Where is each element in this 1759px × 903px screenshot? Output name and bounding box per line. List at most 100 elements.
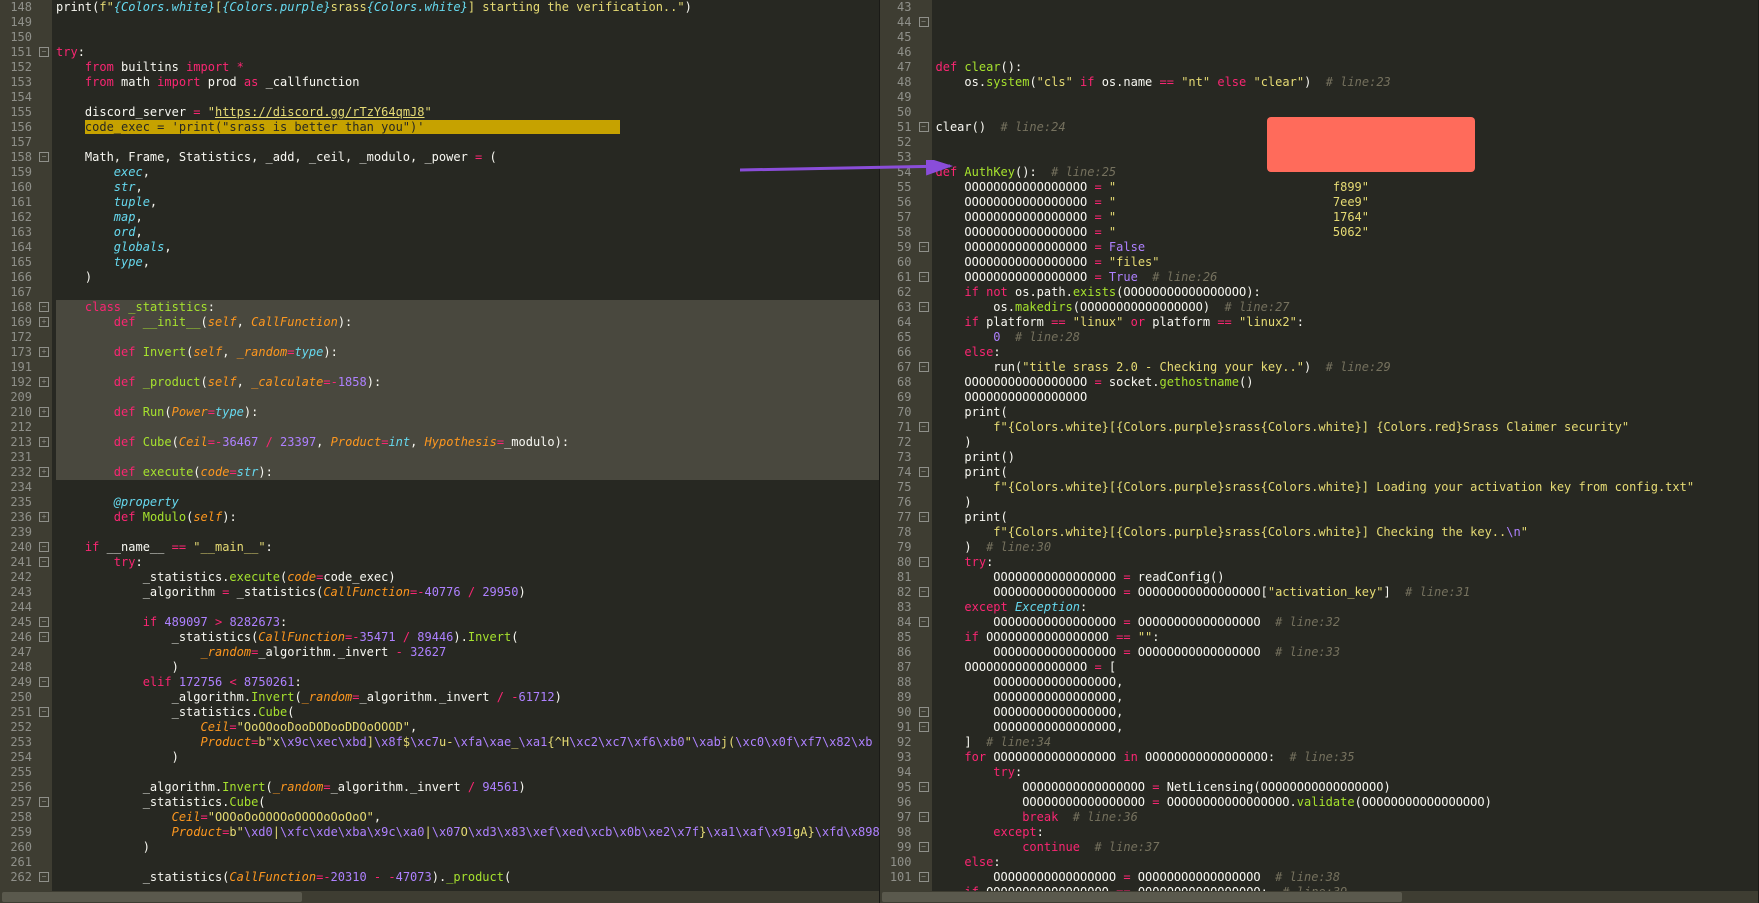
code-line[interactable] — [56, 15, 879, 30]
code-line[interactable]: type, — [56, 255, 879, 270]
code-line[interactable]: _statistics(CallFunction=-20310 - -47073… — [56, 870, 879, 885]
fold-collapse-icon[interactable]: − — [919, 842, 929, 852]
code-line[interactable]: def Run(Power=type): — [56, 405, 879, 420]
fold-expand-icon[interactable]: + — [39, 407, 49, 417]
fold-collapse-icon[interactable]: − — [39, 677, 49, 687]
code-line[interactable]: _statistics.Cube( — [56, 705, 879, 720]
fold-expand-icon[interactable]: + — [39, 317, 49, 327]
code-line[interactable]: if __name__ == "__main__": — [56, 540, 879, 555]
code-line[interactable]: OOOOOOOOOOOOOOOOO, — [936, 705, 1759, 720]
code-line[interactable]: Ceil="OOOoOoOOOOoOOOOoOoOoO", — [56, 810, 879, 825]
code-line[interactable]: OOOOOOOOOOOOOOOOO, — [936, 720, 1759, 735]
fold-collapse-icon[interactable]: − — [39, 797, 49, 807]
code-line[interactable]: if OOOOOOOOOOOOOOOOO == "": — [936, 630, 1759, 645]
fold-collapse-icon[interactable]: − — [919, 812, 929, 822]
code-line[interactable]: class _statistics: — [56, 300, 879, 315]
fold-collapse-icon[interactable]: − — [39, 872, 49, 882]
fold-expand-icon[interactable]: + — [39, 347, 49, 357]
fold-collapse-icon[interactable]: − — [39, 542, 49, 552]
right-code-pane[interactable]: 4344454647484950515253545556575859606162… — [880, 0, 1759, 903]
scrollbar-thumb[interactable] — [2, 892, 302, 902]
code-line[interactable]: Math, Frame, Statistics, _add, _ceil, _m… — [56, 150, 879, 165]
code-line[interactable]: OOOOOOOOOOOOOOOOO = " 7ee9" — [936, 195, 1759, 210]
code-line[interactable]: else: — [936, 345, 1759, 360]
code-line[interactable]: tuple, — [56, 195, 879, 210]
code-line[interactable]: if not os.path.exists(OOOOOOOOOOOOOOOOO)… — [936, 285, 1759, 300]
code-line[interactable]: f"{Colors.white}[{Colors.purple}srass{Co… — [936, 420, 1759, 435]
code-line[interactable]: ord, — [56, 225, 879, 240]
code-line[interactable]: OOOOOOOOOOOOOOOOO = "files" — [936, 255, 1759, 270]
code-line[interactable] — [56, 480, 879, 495]
code-line[interactable]: OOOOOOOOOOOOOOOOO = OOOOOOOOOOOOOOOOO["a… — [936, 585, 1759, 600]
code-line[interactable]: print( — [936, 465, 1759, 480]
code-line[interactable]: def Cube(Ceil=-36467 / 23397, Product=in… — [56, 435, 879, 450]
code-line[interactable]: OOOOOOOOOOOOOOOOO = readConfig() — [936, 570, 1759, 585]
code-line[interactable]: f"{Colors.white}[{Colors.purple}srass{Co… — [936, 480, 1759, 495]
fold-collapse-icon[interactable]: − — [39, 302, 49, 312]
code-line[interactable]: Product=b"x\x9c\xec\xbd]\x8f$\xc7u-\xfa\… — [56, 735, 879, 750]
code-line[interactable]: _statistics.execute(code=code_exec) — [56, 570, 879, 585]
code-line[interactable]: ) — [56, 660, 879, 675]
scrollbar-thumb[interactable] — [882, 892, 1402, 902]
fold-expand-icon[interactable]: + — [39, 437, 49, 447]
code-line[interactable]: ] # line:34 — [936, 735, 1759, 750]
right-horizontal-scrollbar[interactable] — [880, 891, 1759, 903]
code-line[interactable] — [56, 420, 879, 435]
left-horizontal-scrollbar[interactable] — [0, 891, 879, 903]
fold-collapse-icon[interactable]: − — [919, 587, 929, 597]
code-line[interactable]: ) — [56, 840, 879, 855]
code-line[interactable]: def _product(self, _calculate=-1858): — [56, 375, 879, 390]
code-line[interactable] — [56, 765, 879, 780]
code-line[interactable]: Product=b"\xd0|\xfc\xde\xba\x9c\xa0|\x07… — [56, 825, 879, 840]
code-line[interactable]: os.system("cls" if os.name == "nt" else … — [936, 75, 1759, 90]
code-line[interactable] — [936, 90, 1759, 105]
left-code-pane[interactable]: 1481491501511521531541551561571581591601… — [0, 0, 880, 903]
fold-collapse-icon[interactable]: − — [919, 17, 929, 27]
left-code-area[interactable]: print(f"{Colors.white}[{Colors.purple}sr… — [52, 0, 879, 903]
code-line[interactable]: globals, — [56, 240, 879, 255]
code-line[interactable] — [56, 360, 879, 375]
code-line[interactable]: def clear(): — [936, 60, 1759, 75]
code-line[interactable]: OOOOOOOOOOOOOOOOO = " f899" — [936, 180, 1759, 195]
fold-collapse-icon[interactable]: − — [919, 122, 929, 132]
code-line[interactable]: def Modulo(self): — [56, 510, 879, 525]
fold-collapse-icon[interactable]: − — [919, 467, 929, 477]
code-line[interactable]: print( — [936, 510, 1759, 525]
code-line[interactable] — [936, 45, 1759, 60]
code-line[interactable]: print() — [936, 450, 1759, 465]
fold-collapse-icon[interactable]: − — [919, 872, 929, 882]
code-line[interactable]: OOOOOOOOOOOOOOOOO = OOOOOOOOOOOOOOOOO # … — [936, 870, 1759, 885]
fold-collapse-icon[interactable]: − — [919, 272, 929, 282]
code-line[interactable]: code_exec = 'print("srass is better than… — [56, 120, 879, 135]
code-line[interactable] — [56, 30, 879, 45]
fold-collapse-icon[interactable]: − — [39, 632, 49, 642]
code-line[interactable]: ) — [56, 270, 879, 285]
fold-collapse-icon[interactable]: − — [919, 617, 929, 627]
code-line[interactable]: exec, — [56, 165, 879, 180]
code-line[interactable]: _random=_algorithm._invert - 32627 — [56, 645, 879, 660]
fold-collapse-icon[interactable]: − — [919, 422, 929, 432]
code-line[interactable]: ) — [936, 435, 1759, 450]
right-fold-gutter[interactable]: −−−−−−−−−−−−−−−−−− — [918, 0, 932, 903]
code-line[interactable]: except: — [936, 825, 1759, 840]
fold-expand-icon[interactable]: + — [39, 512, 49, 522]
code-line[interactable]: OOOOOOOOOOOOOOOOO, — [936, 675, 1759, 690]
code-line[interactable]: OOOOOOOOOOOOOOOOO = [ — [936, 660, 1759, 675]
code-line[interactable]: elif 172756 < 8750261: — [56, 675, 879, 690]
fold-collapse-icon[interactable]: − — [39, 617, 49, 627]
code-line[interactable]: except Exception: — [936, 600, 1759, 615]
code-line[interactable]: try: — [936, 555, 1759, 570]
fold-collapse-icon[interactable]: − — [39, 152, 49, 162]
code-line[interactable] — [56, 600, 879, 615]
code-line[interactable]: from builtins import * — [56, 60, 879, 75]
code-line[interactable] — [56, 525, 879, 540]
code-line[interactable]: continue # line:37 — [936, 840, 1759, 855]
fold-collapse-icon[interactable]: − — [39, 47, 49, 57]
code-line[interactable]: def Invert(self, _random=type): — [56, 345, 879, 360]
code-line[interactable]: if 489097 > 8282673: — [56, 615, 879, 630]
code-line[interactable]: try: — [56, 555, 879, 570]
code-line[interactable]: _algorithm.Invert(_random=_algorithm._in… — [56, 780, 879, 795]
code-line[interactable]: map, — [56, 210, 879, 225]
code-line[interactable]: OOOOOOOOOOOOOOOOO — [936, 390, 1759, 405]
code-line[interactable] — [56, 90, 879, 105]
